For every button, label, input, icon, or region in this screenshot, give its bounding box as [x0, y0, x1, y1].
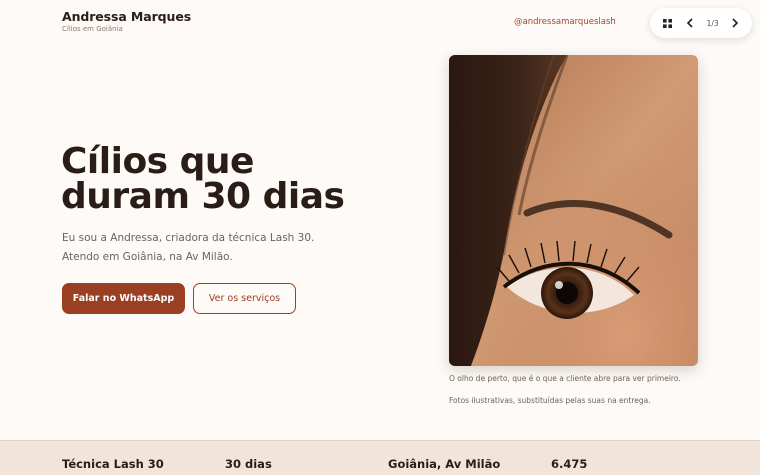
- stat-count: 6.475: [551, 457, 588, 471]
- stat-technique: Técnica Lash 30: [62, 457, 164, 471]
- photo-caption-2: Fotos ilustrativas, substituídas pelas s…: [449, 396, 651, 405]
- brand-name: Andressa Marques: [62, 9, 192, 24]
- brand[interactable]: Andressa Marques Cílios em Goiânia: [62, 9, 191, 33]
- chevron-right-icon[interactable]: [728, 16, 742, 30]
- slide-pager: 1/3: [650, 8, 752, 38]
- photo-caption-1: O olho de perto, que é o que a cliente a…: [449, 374, 681, 383]
- eye-closeup-photo: [449, 55, 698, 366]
- hero-description-line-1: Eu sou a Andressa, criadora da técnica L…: [62, 232, 315, 244]
- hero-description-line-2: Atendo em Goiânia, na Av Milão.: [62, 250, 233, 263]
- services-button[interactable]: Ver os serviços: [193, 283, 296, 314]
- hero-title-line-2: duram 30 dias: [61, 176, 345, 217]
- stat-duration: 30 dias: [225, 457, 272, 471]
- hero-description: Eu sou a Andressa, criadora da técnica L…: [62, 229, 362, 266]
- slide-counter: 1/3: [706, 18, 719, 28]
- whatsapp-button[interactable]: Falar no WhatsApp: [62, 283, 185, 314]
- stat-location: Goiânia, Av Milão: [388, 457, 501, 471]
- hero-title: Cílios que duram 30 dias: [61, 141, 345, 217]
- hero-title-line-1: Cílios que: [61, 141, 254, 182]
- instagram-handle-link[interactable]: @andressamarqueslash: [514, 17, 616, 27]
- chevron-left-icon[interactable]: [683, 16, 697, 30]
- brand-subtitle: Cílios em Goiânia: [62, 25, 123, 33]
- grid-icon[interactable]: [660, 16, 674, 30]
